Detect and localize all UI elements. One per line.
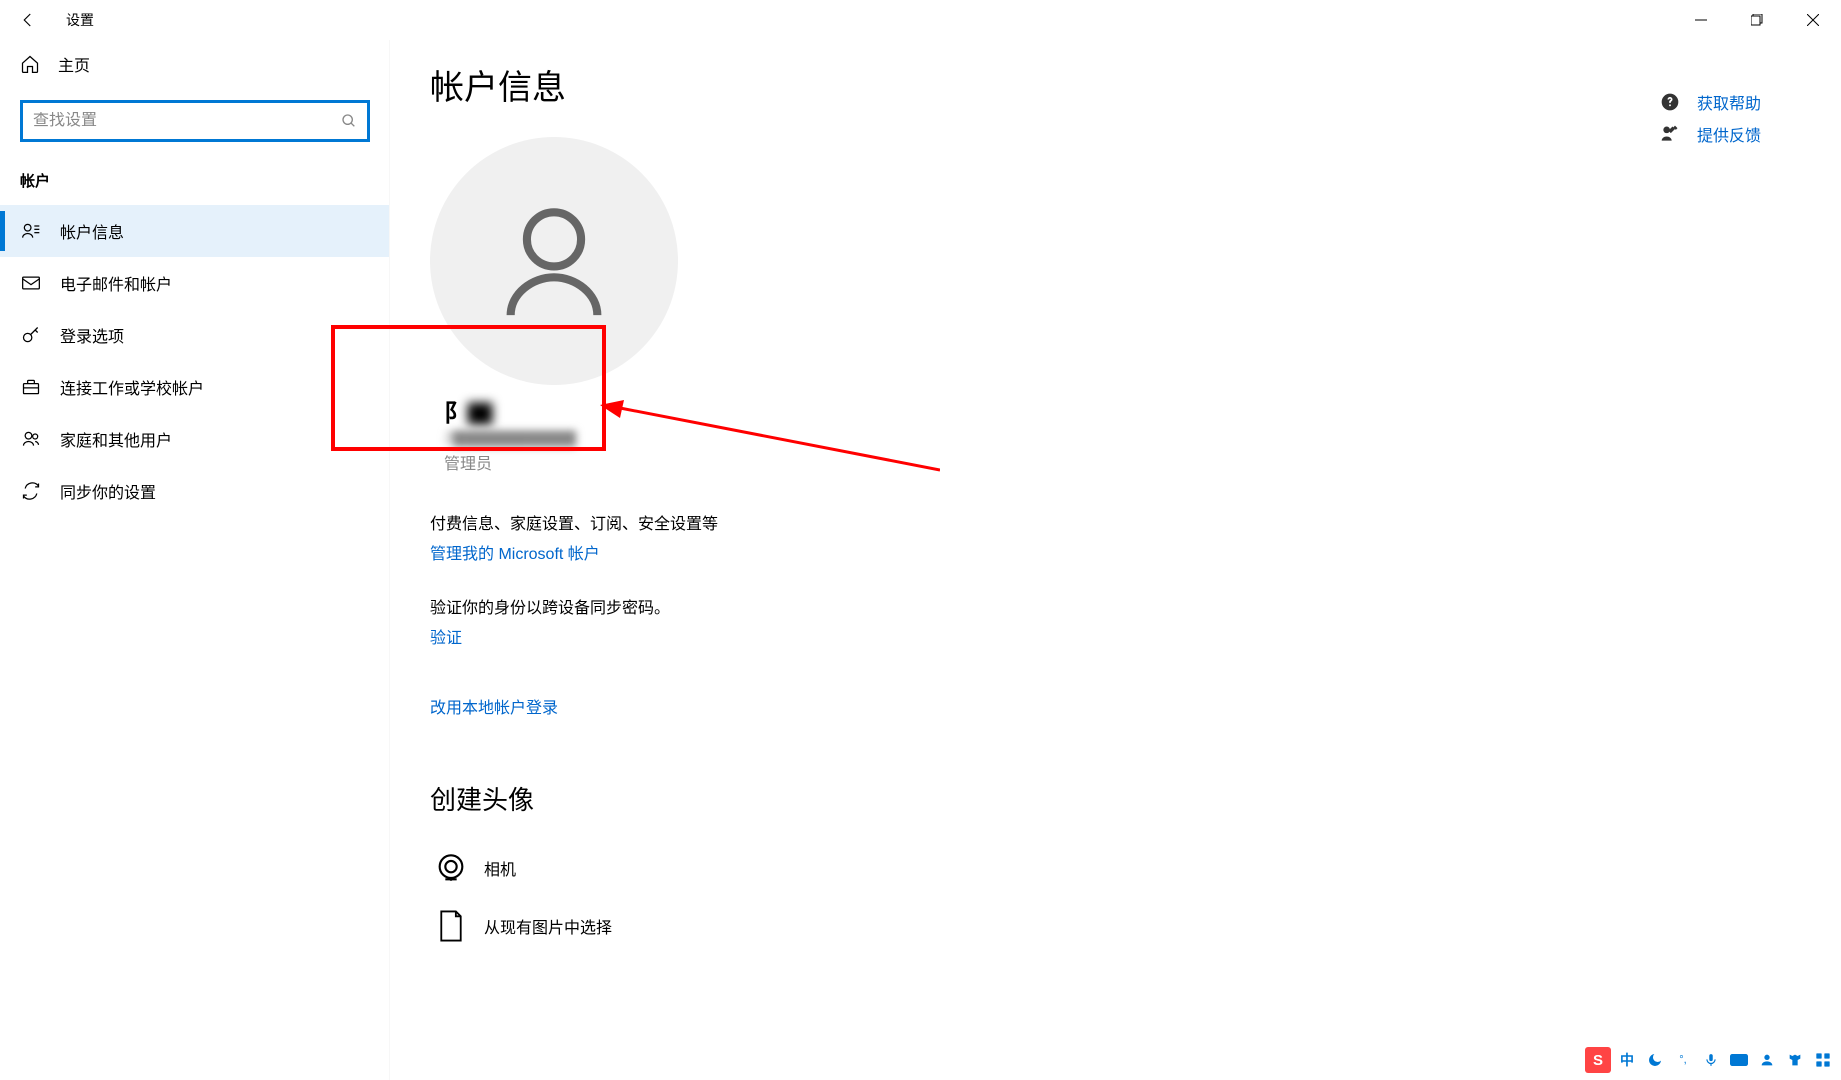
verify-info-text: 验证你的身份以跨设备同步密码。 [430, 594, 1801, 618]
minimize-icon [1695, 14, 1707, 26]
account-info-icon [20, 220, 42, 242]
nav-account-info[interactable]: 帐户信息 [0, 205, 389, 257]
user-email: 2▇▇▇▇▇▇▇▇▇▇ [444, 428, 691, 448]
search-container [0, 100, 389, 142]
maximize-button[interactable] [1729, 0, 1785, 40]
ime-taskbar: S 中 °, [1579, 1040, 1841, 1080]
nav-family-users[interactable]: 家庭和其他用户 [0, 413, 389, 465]
camera-icon [430, 847, 472, 889]
camera-label: 相机 [484, 856, 516, 880]
get-help-text: 获取帮助 [1697, 90, 1761, 114]
browse-label: 从现有图片中选择 [484, 914, 612, 938]
user-avatar [430, 137, 678, 385]
help-panel: 获取帮助 提供反馈 [1659, 90, 1761, 154]
ime-lang-indicator[interactable]: 中 [1615, 1048, 1639, 1072]
minimize-button[interactable] [1673, 0, 1729, 40]
browse-option[interactable]: 从现有图片中选择 [430, 897, 1801, 955]
window-title: 设置 [66, 10, 94, 30]
back-button[interactable] [8, 0, 48, 40]
email-icon [20, 272, 42, 294]
key-icon [20, 324, 42, 346]
main-layout: 主页 帐户 帐户信息 电子邮件和帐户 [0, 40, 1841, 1080]
local-account-link[interactable]: 改用本地帐户登录 [430, 694, 558, 718]
ime-toolbox-icon[interactable] [1811, 1048, 1835, 1072]
ime-moon-icon[interactable] [1643, 1048, 1667, 1072]
person-icon [489, 196, 619, 326]
nav-label: 家庭和其他用户 [60, 427, 172, 451]
titlebar: 设置 [0, 0, 1841, 40]
user-role: 管理员 [444, 450, 691, 474]
home-nav[interactable]: 主页 [0, 40, 389, 88]
titlebar-left: 设置 [0, 0, 94, 40]
back-arrow-icon [19, 11, 37, 29]
home-icon [20, 54, 40, 74]
close-icon [1807, 14, 1819, 26]
feedback-text: 提供反馈 [1697, 122, 1761, 146]
nav-sync-settings[interactable]: 同步你的设置 [0, 465, 389, 517]
nav-label: 同步你的设置 [60, 479, 156, 503]
ime-mic-icon[interactable] [1699, 1048, 1723, 1072]
search-input[interactable] [23, 112, 331, 130]
maximize-icon [1751, 14, 1763, 26]
feedback-icon [1659, 123, 1681, 145]
nav-signin-options[interactable]: 登录选项 [0, 309, 389, 361]
ime-punct-icon[interactable]: °, [1671, 1048, 1695, 1072]
sidebar: 主页 帐户 帐户信息 电子邮件和帐户 [0, 40, 390, 1080]
verify-link[interactable]: 验证 [430, 624, 462, 648]
nav-label: 帐户信息 [60, 219, 124, 243]
nav-label: 登录选项 [60, 323, 124, 347]
close-button[interactable] [1785, 0, 1841, 40]
help-icon [1659, 91, 1681, 113]
nav-label: 电子邮件和帐户 [60, 271, 172, 295]
manage-account-link[interactable]: 管理我的 Microsoft 帐户 [430, 540, 600, 564]
ime-keyboard-icon[interactable] [1727, 1048, 1751, 1072]
home-label: 主页 [58, 52, 90, 76]
avatar-heading: 创建头像 [430, 780, 1801, 817]
sidebar-section-title: 帐户 [0, 158, 389, 205]
window-controls [1673, 0, 1841, 40]
user-name: 阝▇ [444, 393, 691, 428]
ime-skin-icon[interactable] [1783, 1048, 1807, 1072]
sync-icon [20, 480, 42, 502]
search-box[interactable] [20, 100, 370, 142]
nav-work-school[interactable]: 连接工作或学校帐户 [0, 361, 389, 413]
user-info-block: 阝▇ 2▇▇▇▇▇▇▇▇▇▇ 管理员 [430, 387, 705, 480]
feedback-link[interactable]: 提供反馈 [1659, 122, 1761, 146]
browse-icon [430, 905, 472, 947]
get-help-link[interactable]: 获取帮助 [1659, 90, 1761, 114]
sogou-ime-icon[interactable]: S [1585, 1047, 1611, 1073]
search-icon [331, 103, 367, 139]
nav-label: 连接工作或学校帐户 [60, 375, 204, 399]
briefcase-icon [20, 376, 42, 398]
page-heading: 帐户信息 [430, 60, 1801, 109]
nav-email-accounts[interactable]: 电子邮件和帐户 [0, 257, 389, 309]
ime-person-icon[interactable] [1755, 1048, 1779, 1072]
camera-option[interactable]: 相机 [430, 839, 1801, 897]
people-icon [20, 428, 42, 450]
content-area: 帐户信息 阝▇ 2▇▇▇▇▇▇▇▇▇▇ 管理员 付费信息、家庭设置、订阅、安全设… [390, 40, 1841, 1080]
billing-info-text: 付费信息、家庭设置、订阅、安全设置等 [430, 510, 1801, 534]
